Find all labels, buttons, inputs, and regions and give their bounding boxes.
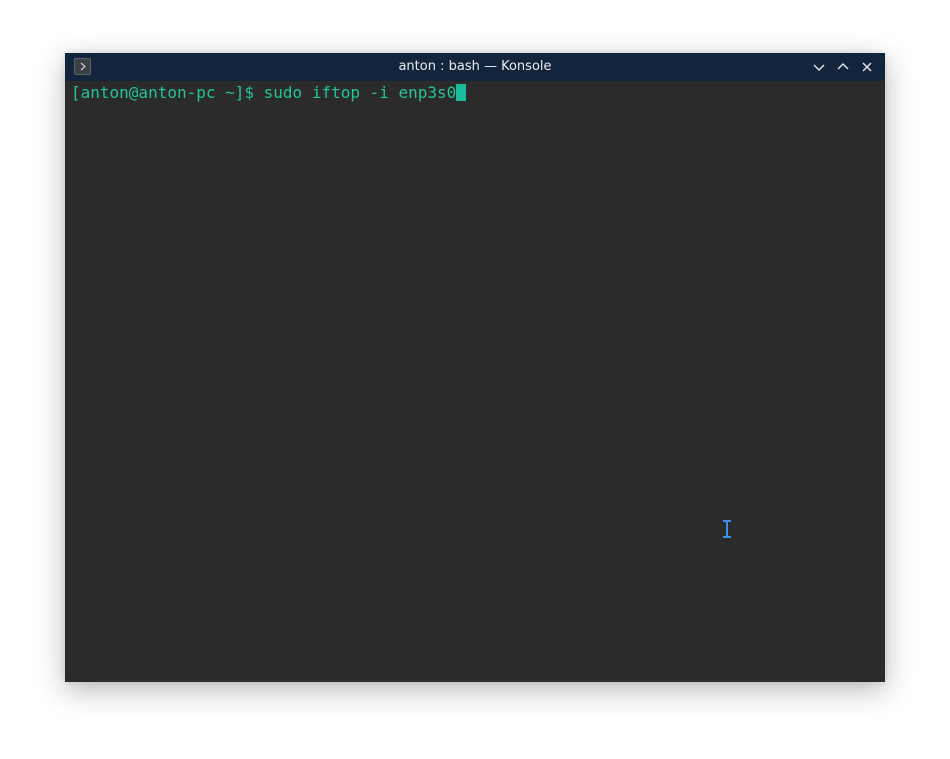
minimize-button[interactable] xyxy=(811,59,827,75)
konsole-window: anton : bash — Konsole [anton@anton-pc ~… xyxy=(65,53,885,682)
terminal-area[interactable]: [anton@anton-pc ~]$ sudo iftop -i enp3s0 xyxy=(65,81,885,682)
close-button[interactable] xyxy=(859,59,875,75)
text-cursor-icon xyxy=(721,520,733,538)
typed-command: sudo iftop -i enp3s0 xyxy=(263,83,457,102)
shell-prompt: [anton@anton-pc ~]$ xyxy=(71,83,264,102)
command-line: [anton@anton-pc ~]$ sudo iftop -i enp3s0 xyxy=(71,83,467,103)
text-cursor-block xyxy=(456,84,467,101)
desktop: anton : bash — Konsole [anton@anton-pc ~… xyxy=(0,0,950,759)
chevron-down-icon xyxy=(813,64,825,71)
title-bar[interactable]: anton : bash — Konsole xyxy=(65,53,885,81)
chevron-up-icon xyxy=(837,63,849,70)
window-title: anton : bash — Konsole xyxy=(398,59,552,74)
maximize-button[interactable] xyxy=(835,59,851,75)
close-icon xyxy=(862,62,872,72)
